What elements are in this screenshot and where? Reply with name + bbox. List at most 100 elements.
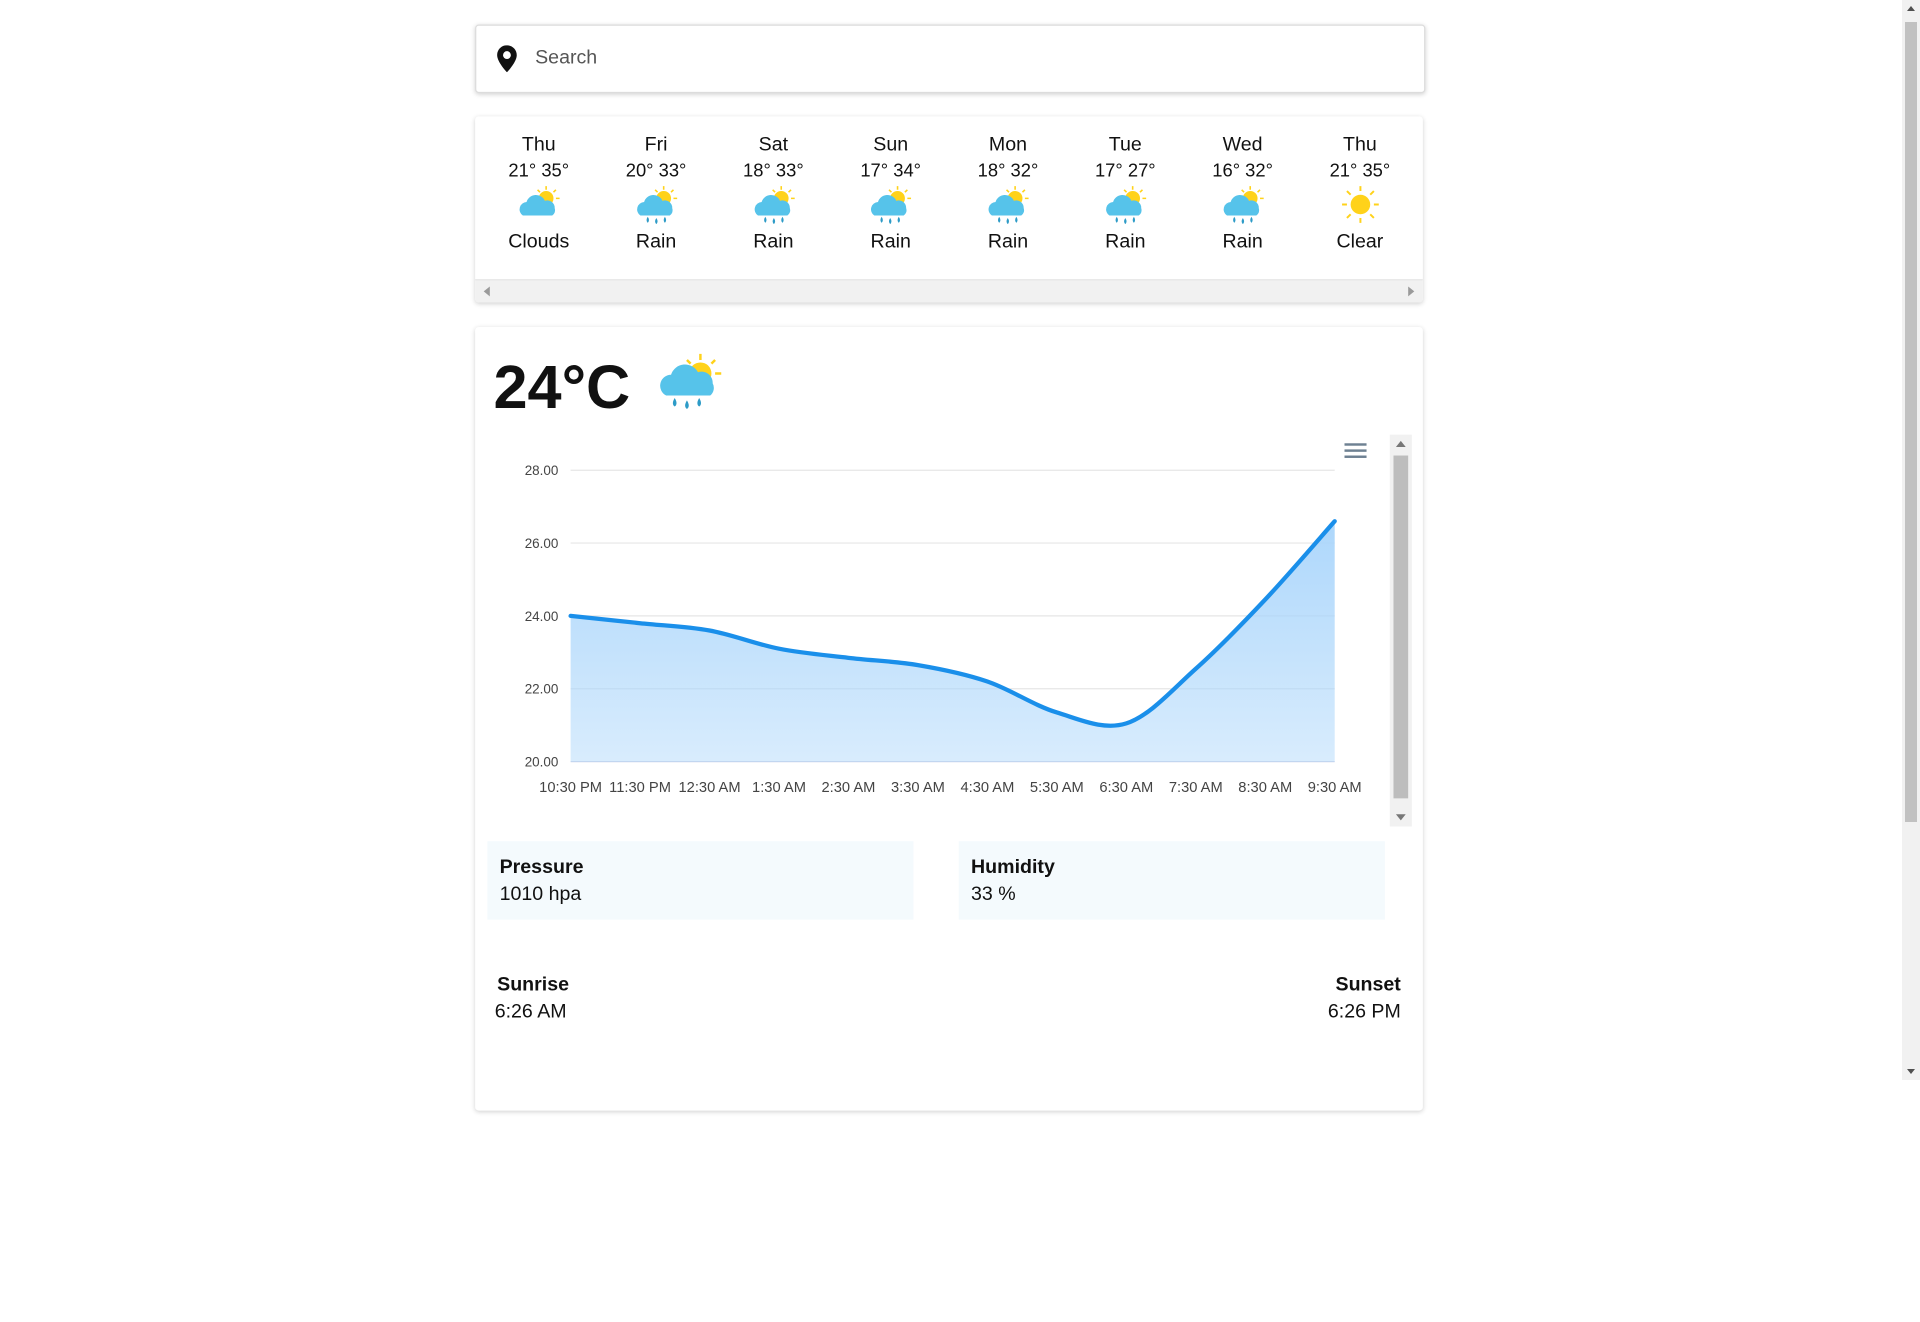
forecast-day: Fri20° 33°Rain xyxy=(597,133,715,258)
sun-cloud-rain-icon xyxy=(1221,185,1265,224)
forecast-low: 20° xyxy=(626,160,654,181)
page-scroll-down-icon[interactable] xyxy=(1907,1069,1915,1074)
page-content: Thu21° 35°CloudsFri20° 33°RainSat18° 33°… xyxy=(0,0,1902,1080)
humidity-value: 33 % xyxy=(971,882,1373,909)
sunset-label: Sunset xyxy=(1328,972,1401,999)
scrollbar-thumb[interactable] xyxy=(1393,456,1408,799)
pressure-panel: Pressure 1010 hpa xyxy=(487,841,913,919)
forecast-high: 33° xyxy=(776,160,804,181)
forecast-day-name: Thu xyxy=(480,133,598,157)
area-fill xyxy=(571,521,1335,761)
x-tick-label: 10:30 PM xyxy=(539,780,602,796)
sun-cloud-rain-icon xyxy=(654,351,725,417)
forecast-low: 18° xyxy=(978,160,1006,181)
forecast-low: 16° xyxy=(1212,160,1240,181)
pressure-value: 1010 hpa xyxy=(500,882,902,909)
y-tick-label: 22.00 xyxy=(525,682,559,697)
forecast-temps: 16° 32° xyxy=(1184,158,1302,185)
page-vertical-scrollbar[interactable] xyxy=(1902,0,1920,1080)
forecast-day: Thu21° 35°Clouds xyxy=(480,133,598,258)
scroll-right-icon[interactable] xyxy=(1408,287,1414,297)
sun-cloud-rain-icon xyxy=(1103,185,1147,224)
temperature-area-chart: 20.0022.0024.0026.0028.0010:30 PM11:30 P… xyxy=(487,435,1387,827)
scroll-up-icon[interactable] xyxy=(1396,441,1406,447)
x-tick-label: 4:30 AM xyxy=(960,780,1014,796)
forecast-day-name: Fri xyxy=(597,133,715,157)
forecast-high: 35° xyxy=(541,160,569,181)
current-weather-card: 24°C 20.0022.0024.0026.0028.0010:30 PM11… xyxy=(475,327,1423,1111)
forecast-temps: 17° 27° xyxy=(1067,158,1185,185)
scroll-down-icon[interactable] xyxy=(1396,814,1406,820)
forecast-condition: Rain xyxy=(597,227,715,259)
forecast-day-name: Sat xyxy=(715,133,833,157)
forecast-low: 17° xyxy=(1095,160,1123,181)
x-tick-label: 6:30 AM xyxy=(1099,780,1153,796)
forecast-day-name: Wed xyxy=(1184,133,1302,157)
sun-behind-cloud-icon xyxy=(517,185,561,224)
forecast-high: 27° xyxy=(1128,160,1156,181)
forecast-high: 33° xyxy=(659,160,687,181)
pressure-label: Pressure xyxy=(500,855,902,882)
forecast-condition: Rain xyxy=(715,227,833,259)
forecast-high: 34° xyxy=(893,160,921,181)
forecast-strip[interactable]: Thu21° 35°CloudsFri20° 33°RainSat18° 33°… xyxy=(475,116,1423,302)
forecast-temps: 21° 35° xyxy=(480,158,598,185)
forecast-day: Wed16° 32°Rain xyxy=(1184,133,1302,258)
sunrise-block: Sunrise 6:26 AM xyxy=(497,972,569,1026)
sun-icon xyxy=(1338,185,1382,224)
search-input[interactable] xyxy=(533,47,1371,71)
sunset-value: 6:26 PM xyxy=(1328,999,1401,1026)
sunrise-value: 6:26 AM xyxy=(495,999,569,1026)
forecast-temps: 18° 32° xyxy=(949,158,1067,185)
forecast-day: Sun17° 34°Rain xyxy=(832,133,950,258)
forecast-temps: 21° 35° xyxy=(1301,158,1419,185)
x-tick-label: 1:30 AM xyxy=(752,780,806,796)
y-tick-label: 28.00 xyxy=(525,463,559,478)
sun-cloud-rain-icon xyxy=(751,185,795,224)
x-tick-label: 5:30 AM xyxy=(1030,780,1084,796)
x-tick-label: 2:30 AM xyxy=(822,780,876,796)
forecast-condition: Rain xyxy=(1184,227,1302,259)
sunset-block: Sunset 6:26 PM xyxy=(1328,972,1401,1026)
forecast-low: 18° xyxy=(743,160,771,181)
sun-cloud-rain-icon xyxy=(634,185,678,224)
forecast-condition: Clear xyxy=(1301,227,1419,259)
forecast-days: Thu21° 35°CloudsFri20° 33°RainSat18° 33°… xyxy=(475,116,1423,279)
search-box[interactable] xyxy=(475,24,1425,93)
forecast-day: Thu21° 35° Clear xyxy=(1301,133,1419,258)
x-tick-label: 9:30 AM xyxy=(1308,780,1362,796)
page-scroll-up-icon[interactable] xyxy=(1907,6,1915,11)
forecast-condition: Rain xyxy=(1067,227,1185,259)
forecast-low: 21° xyxy=(508,160,536,181)
y-tick-label: 20.00 xyxy=(525,755,559,770)
forecast-day-name: Tue xyxy=(1067,133,1185,157)
location-pin-icon xyxy=(496,45,518,72)
humidity-label: Humidity xyxy=(971,855,1373,882)
current-temperature: 24°C xyxy=(493,351,630,422)
forecast-day: Tue17° 27°Rain xyxy=(1067,133,1185,258)
scroll-left-icon[interactable] xyxy=(484,287,490,297)
x-tick-label: 11:30 PM xyxy=(609,780,671,796)
chart-menu-icon[interactable] xyxy=(1345,443,1367,460)
sunrise-label: Sunrise xyxy=(497,972,569,999)
forecast-day-name: Thu xyxy=(1301,133,1419,157)
sun-cloud-rain-icon xyxy=(869,185,913,224)
forecast-day: Sat 18° 33° Rain xyxy=(715,133,833,258)
page-scrollbar-thumb[interactable] xyxy=(1905,22,1917,822)
page: Thu21° 35°CloudsFri20° 33°RainSat18° 33°… xyxy=(0,0,1920,1322)
forecast-high: 32° xyxy=(1245,160,1273,181)
hourly-temperature-chart: 20.0022.0024.0026.0028.0010:30 PM11:30 P… xyxy=(487,435,1411,827)
forecast-condition: Rain xyxy=(949,227,1067,259)
x-tick-label: 3:30 AM xyxy=(891,780,945,796)
forecast-low: 17° xyxy=(860,160,888,181)
forecast-temps: 17° 34° xyxy=(832,158,950,185)
forecast-horizontal-scrollbar[interactable] xyxy=(475,279,1423,302)
y-tick-label: 24.00 xyxy=(525,609,559,624)
forecast-day: Mon18° 32°Rain xyxy=(949,133,1067,258)
forecast-condition: Clouds xyxy=(480,227,598,259)
forecast-low: 21° xyxy=(1330,160,1358,181)
forecast-temps: 20° 33° xyxy=(597,158,715,185)
x-tick-label: 7:30 AM xyxy=(1169,780,1223,796)
chart-vertical-scrollbar[interactable] xyxy=(1390,435,1412,827)
forecast-condition: Rain xyxy=(832,227,950,259)
